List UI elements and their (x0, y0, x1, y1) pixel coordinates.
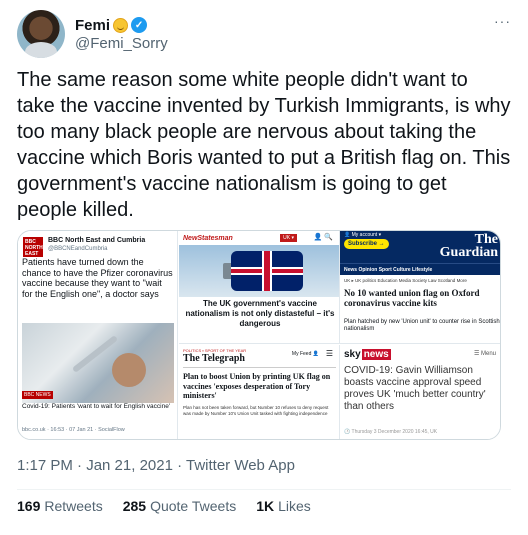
more-options-icon[interactable]: ··· (494, 13, 511, 29)
quote-tweets-count: 285 (122, 498, 147, 514)
guardian-subscribe: Subscribe → (344, 239, 389, 249)
bbc-logo: BBC NORTH EAST & CUMBRIA (23, 237, 49, 269)
divider (17, 489, 511, 490)
bbc-account-handle: @BBCNEandCumbria (48, 246, 108, 252)
retweets-label: Retweets (44, 498, 103, 514)
sky-logo-text: sky (344, 349, 361, 360)
media-image[interactable]: BBC NORTH EAST & CUMBRIA BBC North East … (17, 230, 501, 440)
bbc-account-name: BBC North East and Cumbria (48, 237, 146, 244)
user-name[interactable]: Femi (75, 17, 110, 34)
menu-icon: ☰ (325, 349, 333, 358)
guardian-account: 👤 My account ▾ (344, 232, 382, 238)
guardian-header: 👤 My account ▾ Subscribe → The Guardian (340, 231, 500, 263)
bbc-source: bbc.co.uk · 16:53 · 07 Jan 21 · SocialFl… (22, 427, 125, 433)
emoji-icon (113, 17, 129, 33)
user-name-row[interactable]: Femi ✓ (75, 15, 148, 35)
telegraph-logo: The Telegraph (183, 353, 245, 364)
telegraph-headline: Plan to boost Union by printing UK flag … (183, 372, 331, 400)
guardian-screenshot: 👤 My account ▾ Subscribe → The Guardian … (340, 231, 500, 344)
newstatesman-logo: NewStatesman (183, 235, 233, 242)
skynews-headline: COVID-19: Gavin Williamson boasts vaccin… (344, 365, 486, 412)
avatar[interactable] (17, 10, 65, 58)
guardian-subnav: UK ▸ UK politics Education Media Society… (344, 278, 467, 283)
newstatesman-headline: The UK government's vaccine nationalism … (185, 299, 335, 328)
quote-tweets-stat[interactable]: 285 Quote Tweets (123, 498, 237, 514)
user-handle[interactable]: @Femi_Sorry (75, 35, 168, 52)
skynews-screenshot: sky news ☰ Menu COVID-19: Gavin Williamso… (340, 345, 500, 439)
newstatesman-screenshot: NewStatesman UK ▾ 👤 🔍 The UK government'… (179, 231, 340, 344)
guardian-headline: No 10 wanted union flag on Oxford corona… (344, 288, 480, 308)
verified-badge-icon: ✓ (131, 17, 148, 33)
skynews-menu: ☰ Menu (473, 351, 496, 357)
likes-stat[interactable]: 1K Likes (256, 498, 311, 514)
guardian-standfirst: Plan hatched by new 'Union unit' to coun… (344, 319, 500, 332)
divider (183, 367, 336, 368)
union-flag-icon (231, 251, 303, 291)
tweet-timestamp[interactable]: 1:17 PM · Jan 21, 2021 · Twitter Web App (17, 457, 295, 474)
bbc-screenshot: BBC NORTH EAST & CUMBRIA BBC North East … (18, 231, 178, 439)
bbc-caption: Covid-19: Patients 'want to wait for Eng… (22, 403, 171, 410)
retweets-count: 169 (17, 498, 41, 514)
guardian-logo-line2: Guardian (439, 245, 498, 260)
tweet: Femi ✓ @Femi_Sorry ··· The same reason s… (0, 0, 528, 535)
sky-logo-news: news (361, 349, 391, 360)
telegraph-screenshot: POLITICS ▪ SPORT OF THE YEAR The Telegra… (179, 345, 340, 439)
likes-label: Likes (278, 498, 311, 514)
quote-tweets-label: Quote Tweets (150, 498, 237, 514)
union-flag-vial-image (179, 245, 339, 297)
telegraph-standfirst: Plan has not been taken forward, but Num… (183, 405, 329, 416)
guardian-logo: The Guardian (439, 233, 498, 260)
guardian-nav: News Opinion Sport Culture Lifestyle (340, 263, 500, 275)
skynews-logo: sky news (344, 349, 391, 360)
skynews-date: 🕐 Thursday 3 December 2020 16:45, UK (344, 429, 438, 435)
telegraph-my-feed: My Feed 👤 (291, 351, 319, 357)
bbc-tweet-text: Patients have turned down the chance to … (22, 257, 173, 299)
newstatesman-edition: UK ▾ (280, 234, 297, 242)
likes-count: 1K (256, 498, 275, 514)
tweet-stats: 169 Retweets 285 Quote Tweets 1K Likes (17, 498, 311, 514)
bbc-news-badge: BBC NEWS (22, 391, 53, 399)
retweets-stat[interactable]: 169 Retweets (17, 498, 103, 514)
newstatesman-icons: 👤 🔍 (313, 234, 333, 241)
tweet-text: The same reason some white people didn't… (17, 69, 511, 221)
